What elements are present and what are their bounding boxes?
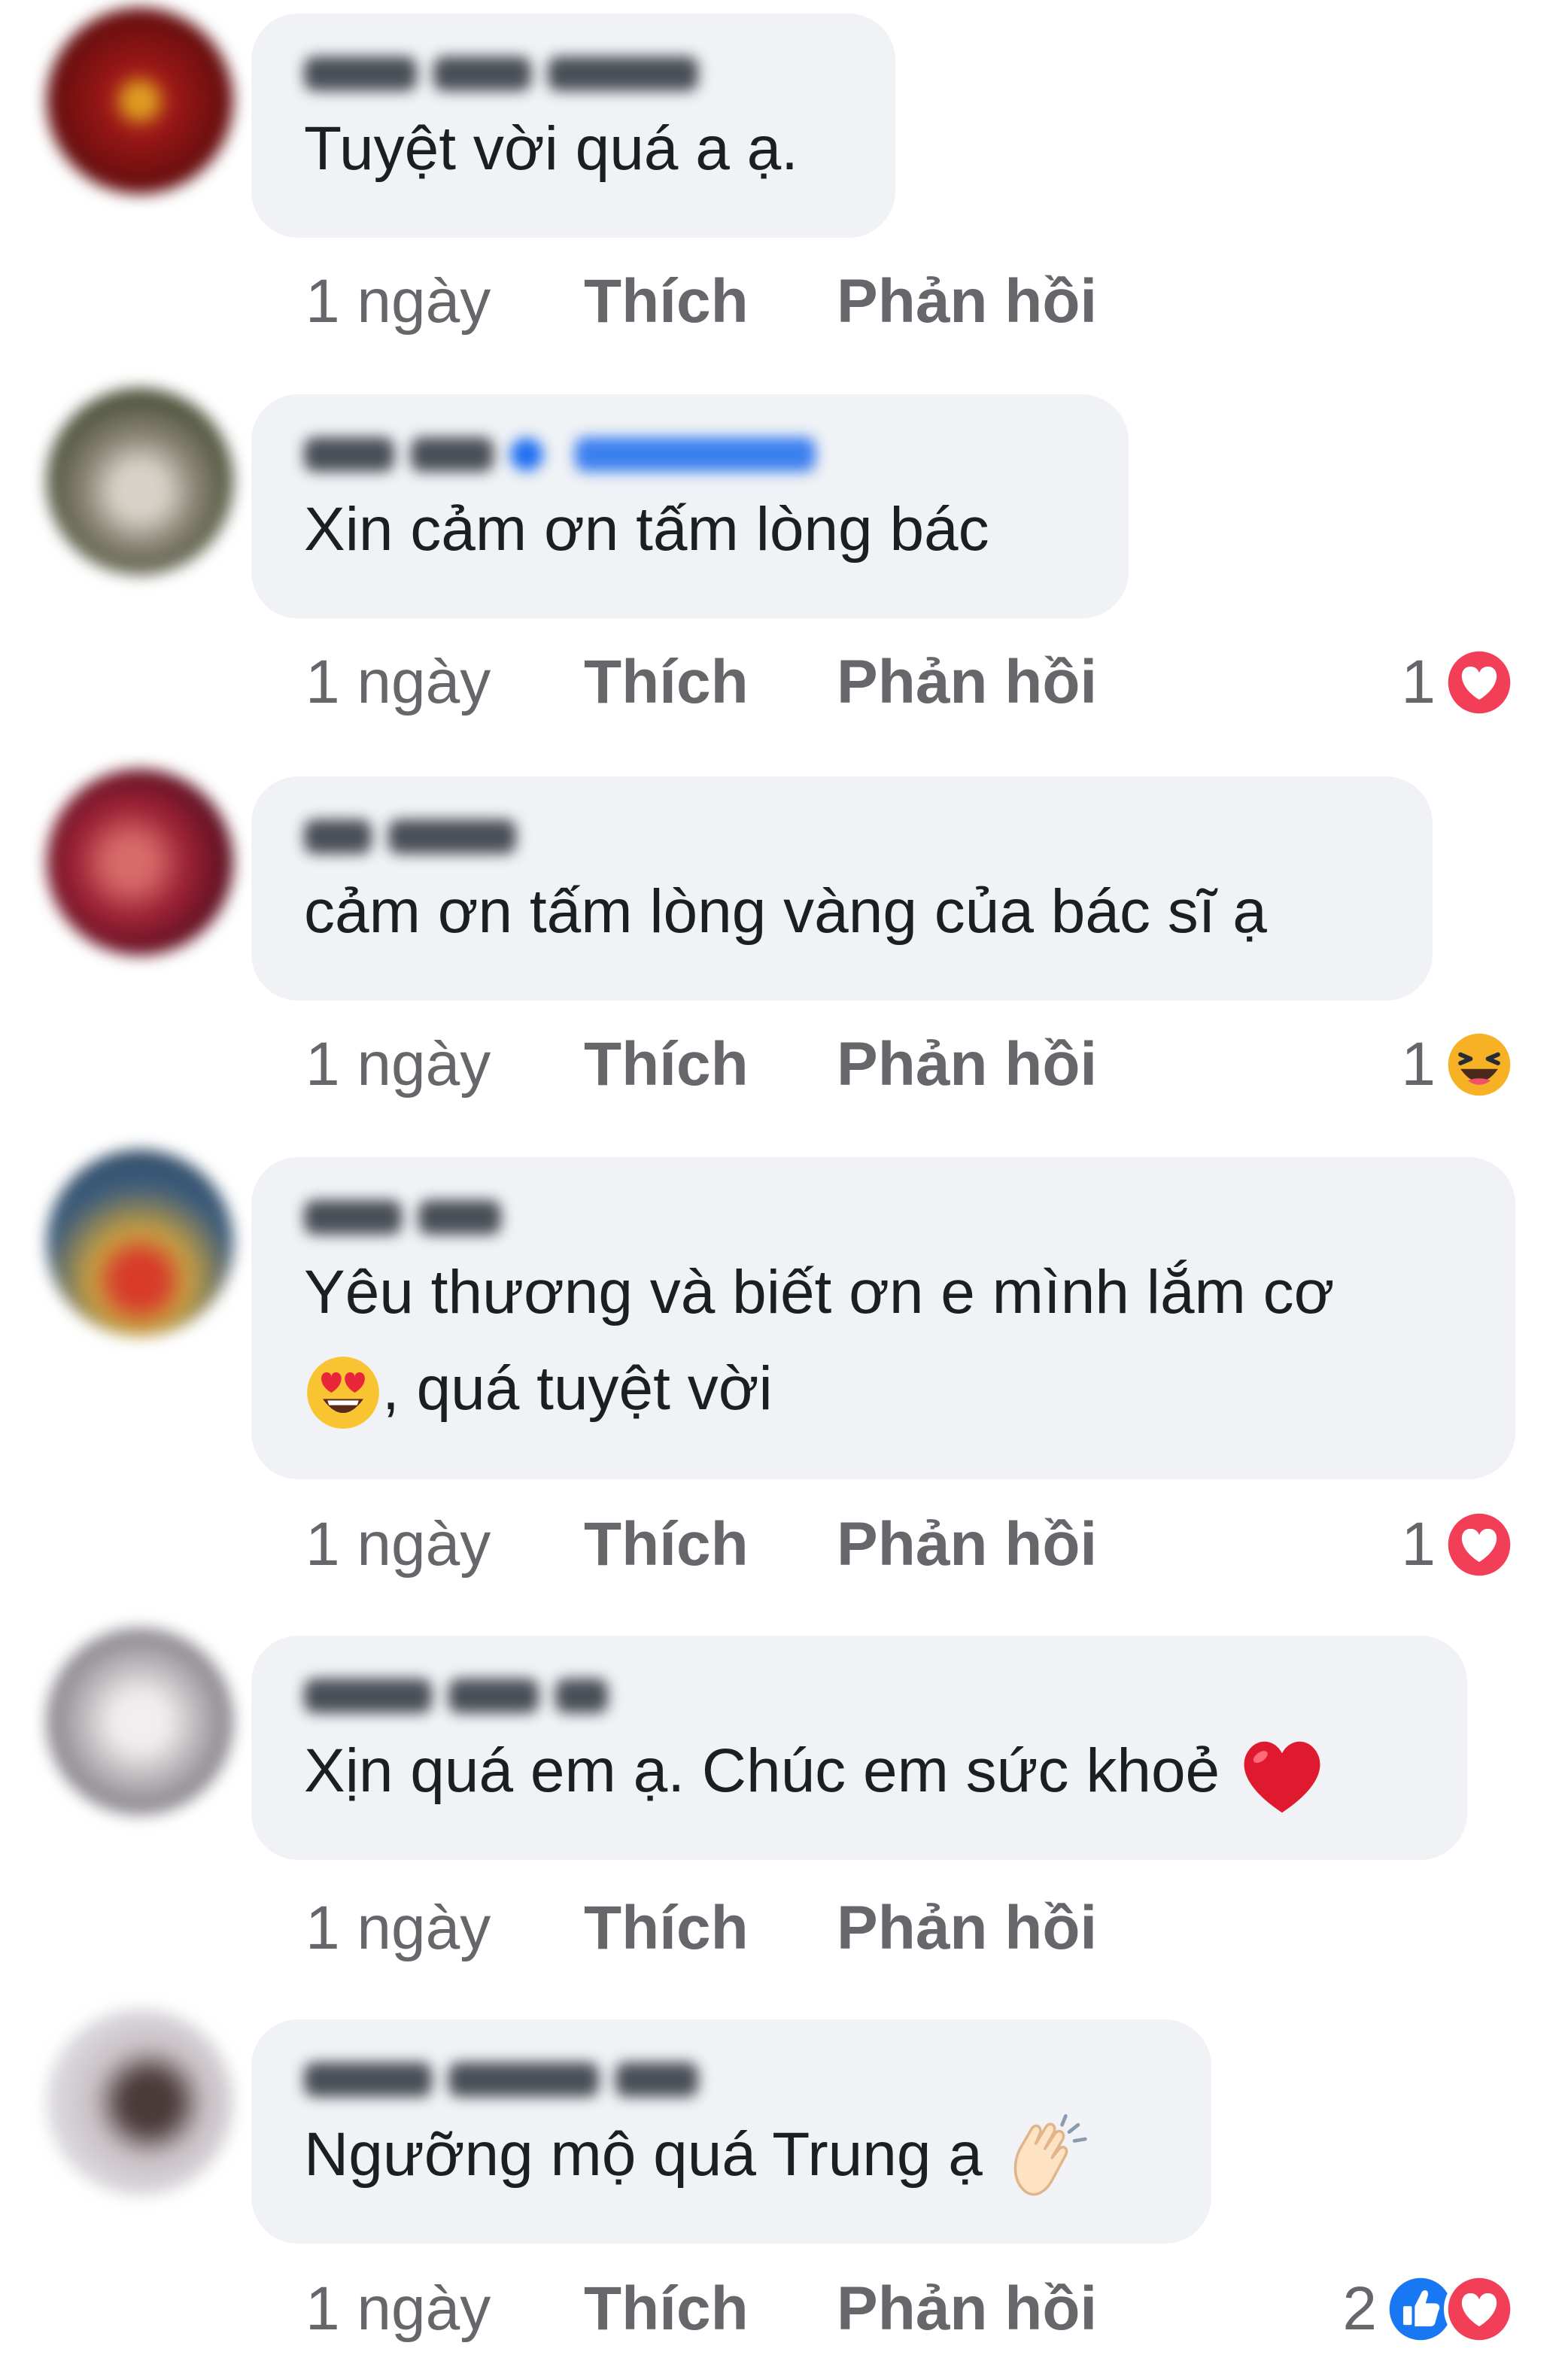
- reply-button[interactable]: Phản hồi: [837, 647, 1097, 718]
- reaction-count: 2: [1342, 2274, 1377, 2343]
- comment-text-line2-text: , quá tuyệt vời: [382, 1354, 773, 1423]
- reaction-summary[interactable]: 1: [1401, 1023, 1515, 1106]
- love-reaction-icon: [1443, 2273, 1515, 2345]
- author-name-blurred[interactable]: [304, 47, 843, 101]
- author-name-blurred[interactable]: [304, 1190, 1463, 1244]
- avatar[interactable]: [47, 8, 233, 194]
- comment-actions: 1 ngày Thích Phản hồi: [305, 1887, 1097, 1970]
- author-name-blurred[interactable]: [304, 427, 1076, 482]
- comment-bubble: Xịn quá em ạ. Chúc em sức khoẻ: [251, 1636, 1467, 1860]
- reaction-summary[interactable]: 1: [1401, 1503, 1515, 1586]
- avatar[interactable]: [47, 1150, 233, 1336]
- like-button[interactable]: Thích: [584, 2274, 837, 2344]
- avatar[interactable]: [47, 388, 233, 575]
- reaction-summary[interactable]: 2: [1342, 2268, 1515, 2350]
- comment-text: Tuyệt vời quá a ạ.: [304, 114, 798, 183]
- timestamp[interactable]: 1 ngày: [305, 647, 584, 718]
- reply-button[interactable]: Phản hồi: [837, 266, 1097, 337]
- like-button[interactable]: Thích: [584, 647, 837, 718]
- clapping-hands-emoji-icon: [1013, 2114, 1087, 2196]
- comment-text-content: Xịn quá em ạ. Chúc em sức khoẻ: [304, 1737, 1220, 1805]
- love-reaction-icon: [1443, 646, 1515, 719]
- avatar[interactable]: [47, 1628, 233, 1815]
- author-name-blurred[interactable]: [304, 2053, 1159, 2107]
- comment-bubble: Tuyệt vời quá a ạ.: [251, 14, 895, 238]
- reaction-count: 1: [1401, 648, 1436, 716]
- comment-actions: 1 ngày Thích Phản hồi: [305, 2268, 1097, 2350]
- timestamp[interactable]: 1 ngày: [305, 1029, 584, 1100]
- comment-bubble: Yêu thương và biết ơn e mình lắm cơ , qu…: [251, 1157, 1515, 1479]
- like-button[interactable]: Thích: [584, 1509, 837, 1580]
- like-button[interactable]: Thích: [584, 266, 837, 337]
- heart-eyes-emoji-icon: [307, 1357, 379, 1430]
- timestamp[interactable]: 1 ngày: [305, 266, 584, 337]
- timestamp[interactable]: 1 ngày: [305, 2274, 584, 2344]
- comment-text: cảm ơn tấm lòng vàng của bác sĩ ạ: [304, 877, 1267, 946]
- like-button[interactable]: Thích: [584, 1029, 837, 1100]
- comment-text: Xin cảm ơn tấm lòng bác: [304, 495, 989, 564]
- reaction-summary[interactable]: 1: [1401, 641, 1515, 724]
- comment-bubble: cảm ơn tấm lòng vàng của bác sĩ ạ: [251, 776, 1433, 1001]
- comment-bubble: Ngưỡng mộ quá Trung ạ: [251, 2019, 1211, 2244]
- red-heart-emoji-icon: [1244, 1742, 1320, 1813]
- comment-actions: 1 ngày Thích Phản hồi: [305, 1023, 1097, 1106]
- timestamp[interactable]: 1 ngày: [305, 1893, 584, 1964]
- reply-button[interactable]: Phản hồi: [837, 2274, 1097, 2344]
- reply-button[interactable]: Phản hồi: [837, 1509, 1097, 1580]
- comment-bubble: Xin cảm ơn tấm lòng bác: [251, 394, 1129, 618]
- comment-text: Ngưỡng mộ quá Trung ạ: [304, 2107, 1159, 2203]
- haha-reaction-icon: [1443, 1029, 1515, 1101]
- comment-text-line2: , quá tuyệt vời: [304, 1341, 1463, 1437]
- like-button[interactable]: Thích: [584, 1893, 837, 1964]
- comment-text-content: Ngưỡng mộ quá Trung ạ: [304, 2120, 983, 2189]
- timestamp[interactable]: 1 ngày: [305, 1509, 584, 1580]
- comment-actions: 1 ngày Thích Phản hồi: [305, 260, 1097, 343]
- author-name-blurred[interactable]: [304, 810, 1380, 864]
- reply-button[interactable]: Phản hồi: [837, 1893, 1097, 1964]
- comment-text-line1: Yêu thương và biết ơn e mình lắm cơ: [304, 1258, 1335, 1326]
- comment-text: Xịn quá em ạ. Chúc em sức khoẻ: [304, 1723, 1415, 1819]
- reaction-count: 1: [1401, 1030, 1436, 1098]
- author-name-blurred[interactable]: [304, 1669, 1415, 1723]
- reply-button[interactable]: Phản hồi: [837, 1029, 1097, 1100]
- love-reaction-icon: [1443, 1509, 1515, 1581]
- avatar[interactable]: [47, 2009, 233, 2195]
- comment-actions: 1 ngày Thích Phản hồi: [305, 1503, 1097, 1586]
- comment-actions: 1 ngày Thích Phản hồi: [305, 641, 1097, 724]
- reaction-count: 1: [1401, 1510, 1436, 1579]
- avatar[interactable]: [47, 769, 233, 956]
